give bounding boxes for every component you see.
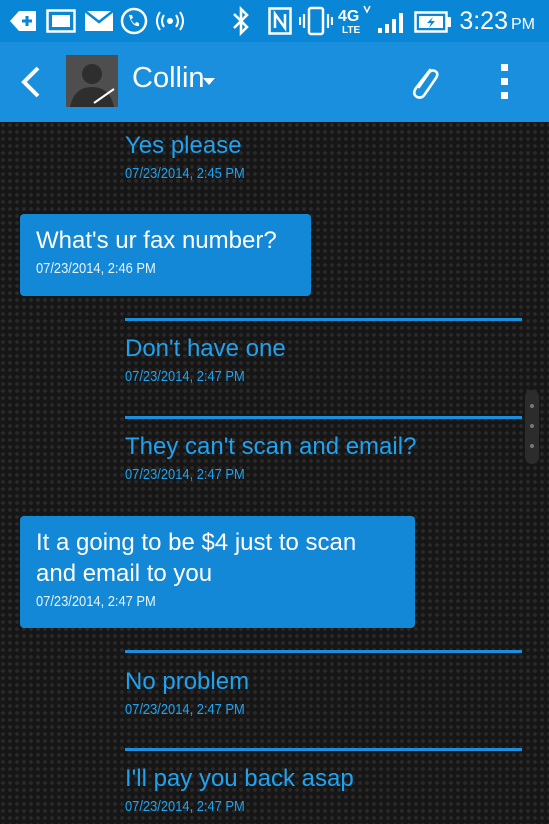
nfc-icon — [268, 7, 292, 35]
message-text: I'll pay you back asap — [125, 765, 354, 792]
dropdown-caret-icon[interactable] — [203, 78, 215, 85]
phone-icon — [120, 7, 148, 35]
grip-dot — [530, 404, 534, 408]
message-text: What's ur fax number? — [36, 227, 277, 254]
received-message[interactable]: It a going to be $4 just to scan and ema… — [20, 516, 415, 628]
lte-icon: 4G LTE — [338, 5, 371, 36]
cell-signal-icon — [378, 13, 403, 33]
message-timestamp: 07/23/2014, 2:47 PM — [125, 798, 245, 815]
clock-time: 3:23 — [459, 7, 508, 35]
message-timestamp: 07/23/2014, 2:47 PM — [125, 368, 245, 385]
contact-name[interactable]: Collin — [132, 62, 205, 95]
message-text: They can't scan and email? — [125, 433, 417, 460]
overflow-menu-icon[interactable] — [490, 60, 520, 104]
action-bar: Collin — [0, 42, 549, 122]
mail-icon — [84, 10, 114, 31]
message-timestamp: 07/23/2014, 2:47 PM — [125, 466, 245, 483]
sent-message[interactable]: Yes please 07/23/2014, 2:45 PM — [125, 130, 264, 182]
default-avatar-icon — [66, 55, 118, 107]
message-divider — [125, 748, 522, 751]
sent-message[interactable]: They can't scan and email? 07/23/2014, 2… — [125, 431, 416, 483]
grip-dot — [530, 424, 534, 428]
avatar[interactable] — [66, 55, 118, 107]
message-divider — [125, 416, 522, 419]
message-divider — [125, 650, 522, 653]
message-text: No problem — [125, 668, 250, 695]
message-timestamp: 07/23/2014, 2:47 PM — [125, 701, 245, 718]
paperclip-icon[interactable] — [406, 62, 442, 102]
status-time: 3:23 PM — [459, 7, 535, 36]
screen-icon — [46, 9, 76, 33]
bluetooth-icon — [233, 6, 249, 36]
grip-dot — [530, 444, 534, 448]
battery-charging-icon — [414, 11, 451, 33]
message-text: It a going to be $4 just to scan and ema… — [36, 529, 357, 587]
clock-ampm: PM — [511, 16, 535, 33]
sent-message[interactable]: I'll pay you back asap 07/23/2014, 2:47 … — [125, 763, 354, 815]
sent-message[interactable]: No problem 07/23/2014, 2:47 PM — [125, 666, 264, 718]
sent-message[interactable]: Don't have one 07/23/2014, 2:47 PM — [125, 333, 286, 385]
message-text: Don't have one — [125, 335, 286, 362]
add-icon — [10, 11, 36, 31]
signal-broadcast-icon — [156, 11, 184, 31]
svg-text:LTE: LTE — [342, 25, 360, 36]
conversation-list[interactable]: Yes please 07/23/2014, 2:45 PM What's ur… — [0, 122, 549, 824]
status-bar: 4G LTE 3:23 PM — [0, 0, 549, 42]
message-timestamp: 07/23/2014, 2:47 PM — [36, 593, 156, 610]
message-text: Yes please — [125, 132, 242, 159]
back-icon[interactable] — [14, 62, 50, 102]
received-message[interactable]: What's ur fax number? 07/23/2014, 2:46 P… — [20, 214, 311, 296]
message-timestamp: 07/23/2014, 2:45 PM — [125, 165, 245, 182]
vibrate-icon — [299, 6, 333, 36]
svg-text:4G: 4G — [338, 8, 359, 25]
message-divider — [125, 318, 522, 321]
message-timestamp: 07/23/2014, 2:46 PM — [36, 260, 156, 277]
scroll-handle[interactable] — [525, 390, 539, 464]
